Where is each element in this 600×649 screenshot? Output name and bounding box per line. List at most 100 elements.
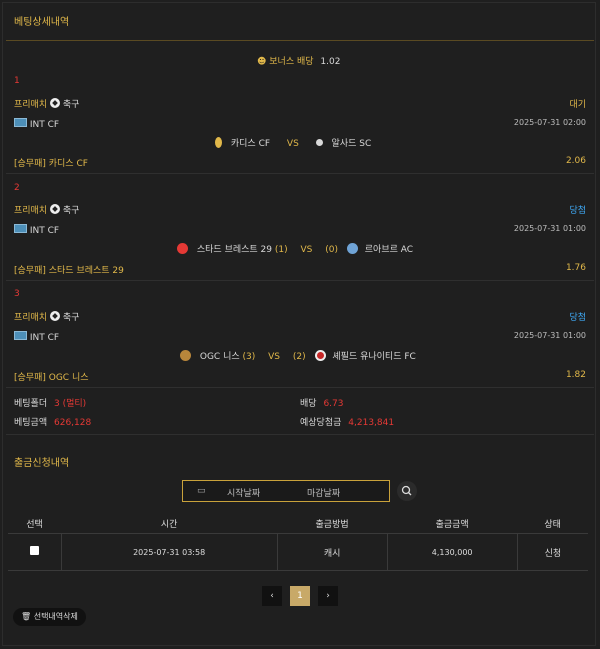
pick-odds: 1.82 [565,370,586,380]
bet-pick: [승무패] 카디스 CF [14,156,88,169]
pick-team: 스타드 브레스트 29 [48,266,124,276]
bet-index: 3 [14,289,20,299]
vs-label: VS [268,352,281,362]
table-header-row: 선택 시간 출금방법 출금금액 상태 [8,513,588,534]
bonus-value: 1.02 [320,57,341,67]
sport-label: 축구 [62,313,80,323]
home-team: 카디스 CF [230,139,271,149]
pick-market: [승무패] [14,159,46,169]
category-label: 프리매치 [14,206,48,216]
bet-category: 프리매치 축구 [14,203,79,216]
trash-icon: 🗑 [21,612,32,621]
nice-logo-icon [180,350,191,361]
folder-value: 3 (멀티) [54,399,87,409]
odds-label: 배당 [300,399,317,409]
bet-detail-title: 베팅상세내역 [14,17,70,28]
home-team: 스타드 브레스트 29 [196,245,273,255]
home-score: (1) [274,245,288,255]
start-date-input[interactable]: 시작날짜 [227,486,260,499]
bet-pick: [승무패] 스타드 브레스트 29 [14,263,124,276]
delete-label: 선택내역삭제 [33,612,78,621]
delete-selected-button[interactable]: 🗑 선택내역삭제 [13,608,86,626]
cadiz-logo-icon [215,137,222,148]
search-button[interactable] [397,481,417,501]
away-score: (0) [325,245,339,255]
col-status: 상태 [517,513,588,534]
al-sadd-logo-icon [315,139,323,146]
next-page-button[interactable]: › [318,586,338,606]
bet-category: 프리매치 축구 [14,97,79,110]
bet-divider [6,387,594,388]
match-teams: 카디스 CF VS 알사드 SC [215,136,371,149]
home-score: (3) [242,352,256,362]
home-team: OGC 니스 [199,352,240,362]
pick-market: [승무패] [14,266,46,276]
section-divider [6,434,594,435]
away-team: 알사드 SC [331,139,372,149]
bet-divider [6,280,594,281]
row-method: 캐시 [277,533,388,571]
prev-page-button[interactable]: ‹ [262,586,282,606]
league-name: INT CF [29,226,60,236]
pick-team: 카디스 CF [48,159,88,169]
summary-folder: 베팅폴더 3 (멀티) [14,396,86,409]
sport-label: 축구 [62,206,80,216]
vs-label: VS [286,139,299,149]
pick-odds: 2.06 [565,156,586,166]
amount-label: 베팅금액 [14,418,48,428]
amount-value: 626,128 [54,418,92,428]
bonus-label: 보너스 배당 [269,57,314,67]
row-select-cell [8,533,62,571]
pick-market: [승무패] [14,373,46,383]
league-flag-icon [14,224,27,233]
bet-index: 1 [14,76,20,86]
sport-label: 축구 [62,100,80,110]
vs-label: VS [300,245,313,255]
bet-category: 프리매치 축구 [14,310,79,323]
col-select: 선택 [8,513,62,534]
col-method: 출금방법 [277,513,388,534]
brest-logo-icon [177,243,188,254]
away-team: 셰필드 유나이티드 FC [332,352,416,362]
odds-value: 6.73 [323,399,344,409]
page-1-button[interactable]: 1 [290,586,310,606]
pick-team: OGC 니스 [48,373,89,383]
pick-odds: 1.76 [565,263,586,273]
bet-status: 대기 [569,100,586,110]
calendar-icon: ▭ [197,486,206,496]
soccer-ball-icon [50,311,60,321]
le-havre-logo-icon [346,243,358,254]
bonus-odds: ☻ 보너스 배당 1.02 [257,54,340,67]
league-row: INT CF [14,118,59,130]
bet-pick: [승무패] OGC 니스 [14,370,89,383]
bet-index: 2 [14,183,20,193]
end-date-input[interactable]: 마감날짜 [307,486,340,499]
withdraw-title: 출금신청내역 [14,458,70,469]
bet-status: 당첨 [569,206,586,216]
summary-odds: 배당 6.73 [300,396,343,409]
folder-label: 베팅폴더 [14,399,48,409]
expected-value: 4,213,841 [348,418,395,428]
table-row: 2025-07-31 03:58 캐시 4,130,000 신청 [8,533,588,571]
summary-amount: 베팅금액 626,128 [14,415,91,428]
search-icon [401,485,412,496]
row-amount: 4,130,000 [387,533,518,571]
league-row: INT CF [14,224,59,236]
match-datetime: 2025-07-31 02:00 [513,118,586,127]
sheffield-logo-icon [314,350,326,361]
bet-status: 당첨 [569,313,586,323]
match-teams: OGC 니스 (3) VS (2) 셰필드 유나이티드 FC [180,349,416,362]
away-team: 르아브르 AC [364,245,414,255]
col-time: 시간 [61,513,278,534]
date-range-filter[interactable]: ▭ 시작날짜 마감날짜 [182,480,390,502]
league-flag-icon [14,118,27,127]
league-name: INT CF [29,333,60,343]
match-datetime: 2025-07-31 01:00 [513,331,586,340]
soccer-ball-icon [50,204,60,214]
category-label: 프리매치 [14,313,48,323]
bet-divider [6,173,594,174]
row-checkbox[interactable] [29,546,39,555]
soccer-ball-icon [50,98,60,108]
away-score: (2) [292,352,306,362]
summary-expected: 예상당첨금 4,213,841 [300,415,394,428]
